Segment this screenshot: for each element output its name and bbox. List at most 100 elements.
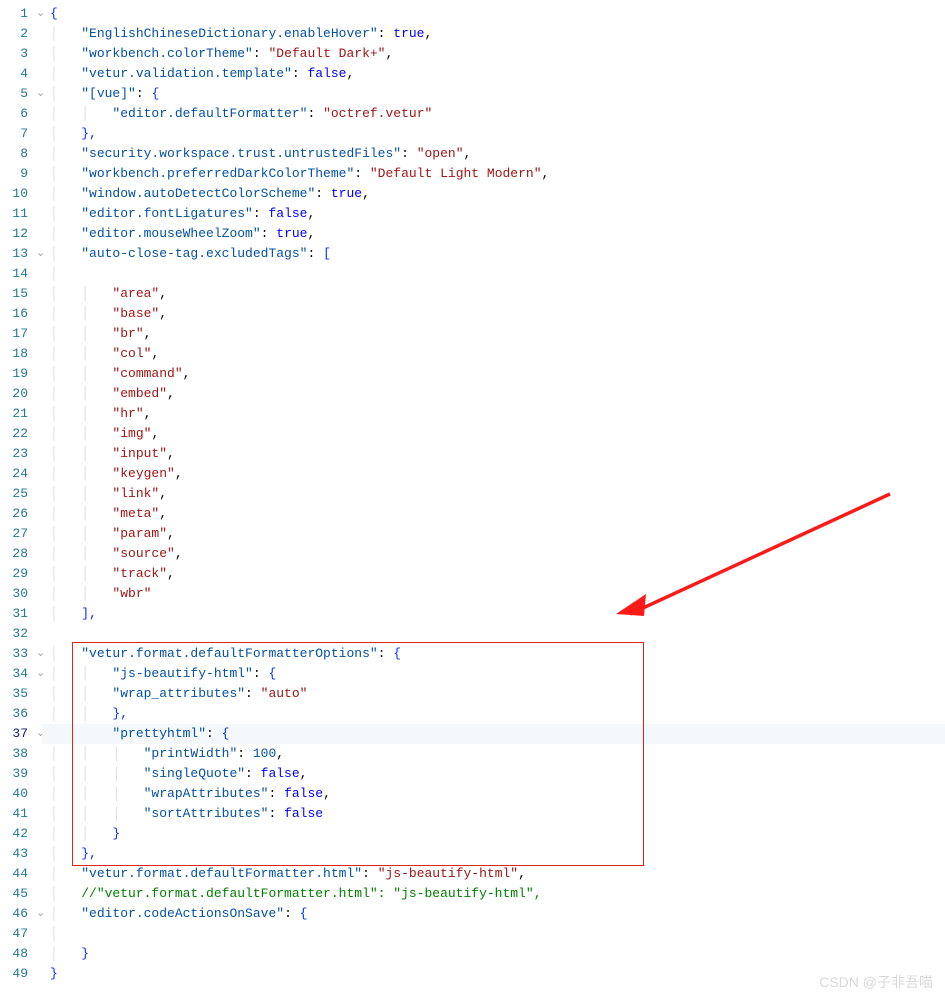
code-line[interactable]: "security.workspace.trust.untrustedFiles…	[50, 144, 945, 164]
code-line[interactable]: "workbench.preferredDarkColorTheme": "De…	[50, 164, 945, 184]
code-line[interactable]: }	[50, 944, 945, 964]
line-number: 44	[0, 864, 32, 884]
code-line[interactable]: "hr",	[50, 404, 945, 424]
code-line[interactable]: "editor.defaultFormatter": "octref.vetur…	[50, 104, 945, 124]
line-number: 20	[0, 384, 32, 404]
line-number: 41	[0, 804, 32, 824]
line-number: 4	[0, 64, 32, 84]
code-line[interactable]: "embed",	[50, 384, 945, 404]
code-line[interactable]: "EnglishChineseDictionary.enableHover": …	[50, 24, 945, 44]
line-number: 7	[0, 124, 32, 144]
fold-chevron-icon[interactable]: ⌄	[36, 644, 45, 664]
code-line[interactable]: "prettyhtml": {	[42, 724, 945, 744]
line-number: 9	[0, 164, 32, 184]
code-line[interactable]: "img",	[50, 424, 945, 444]
line-number: 43	[0, 844, 32, 864]
code-line[interactable]: "vetur.validation.template": false,	[50, 64, 945, 84]
line-number: 27	[0, 524, 32, 544]
code-editor[interactable]: 1234567891011121314151617181920212223242…	[0, 0, 945, 1000]
line-number: 30	[0, 584, 32, 604]
line-number: 14	[0, 264, 32, 284]
line-number: 33	[0, 644, 32, 664]
fold-chevron-icon[interactable]: ⌄	[36, 904, 45, 924]
line-number: 36	[0, 704, 32, 724]
code-line[interactable]: }	[50, 824, 945, 844]
code-line[interactable]: },	[50, 844, 945, 864]
code-line[interactable]: "editor.codeActionsOnSave": {	[50, 904, 945, 924]
line-number: 26	[0, 504, 32, 524]
line-number: 47	[0, 924, 32, 944]
line-number: 31	[0, 604, 32, 624]
code-line[interactable]	[50, 924, 945, 944]
fold-chevron-icon[interactable]: ⌄	[36, 244, 45, 264]
line-number: 21	[0, 404, 32, 424]
code-line[interactable]: "editor.fontLigatures": false,	[50, 204, 945, 224]
code-line[interactable]: {	[50, 4, 945, 24]
code-line[interactable]: "wrap_attributes": "auto"	[50, 684, 945, 704]
code-line[interactable]: "br",	[50, 324, 945, 344]
line-number: 13	[0, 244, 32, 264]
code-line[interactable]: "param",	[50, 524, 945, 544]
code-line[interactable]: "workbench.colorTheme": "Default Dark+",	[50, 44, 945, 64]
line-number: 17	[0, 324, 32, 344]
line-number: 45	[0, 884, 32, 904]
fold-chevron-icon[interactable]: ⌄	[36, 84, 45, 104]
line-number: 8	[0, 144, 32, 164]
code-line[interactable]: },	[50, 124, 945, 144]
code-line[interactable]: "wrapAttributes": false,	[50, 784, 945, 804]
code-line[interactable]: }	[50, 964, 945, 984]
code-line[interactable]: "auto-close-tag.excludedTags": [	[50, 244, 945, 264]
line-number: 6	[0, 104, 32, 124]
line-number: 1	[0, 4, 32, 24]
code-line[interactable]	[50, 264, 945, 284]
code-line[interactable]: "source",	[50, 544, 945, 564]
code-line[interactable]: "base",	[50, 304, 945, 324]
line-number: 15	[0, 284, 32, 304]
line-number: 23	[0, 444, 32, 464]
line-number: 40	[0, 784, 32, 804]
code-line[interactable]: "vetur.format.defaultFormatter.html": "j…	[50, 864, 945, 884]
code-line[interactable]: "editor.mouseWheelZoom": true,	[50, 224, 945, 244]
code-line[interactable]: "js-beautify-html": {	[50, 664, 945, 684]
code-line[interactable]: //"vetur.format.defaultFormatter.html": …	[50, 884, 945, 904]
line-number: 42	[0, 824, 32, 844]
code-line[interactable]: "track",	[50, 564, 945, 584]
line-number: 29	[0, 564, 32, 584]
line-number: 19	[0, 364, 32, 384]
line-number-gutter: 1234567891011121314151617181920212223242…	[0, 0, 32, 984]
line-number: 24	[0, 464, 32, 484]
code-line[interactable]: },	[50, 704, 945, 724]
line-number: 12	[0, 224, 32, 244]
code-line[interactable]	[50, 624, 945, 644]
code-line[interactable]: "printWidth": 100,	[50, 744, 945, 764]
line-number: 35	[0, 684, 32, 704]
line-number: 46	[0, 904, 32, 924]
fold-chevron-icon[interactable]: ⌄	[36, 664, 45, 684]
code-line[interactable]: "link",	[50, 484, 945, 504]
code-line[interactable]: "[vue]": {	[50, 84, 945, 104]
line-number: 16	[0, 304, 32, 324]
code-line[interactable]: "sortAttributes": false	[50, 804, 945, 824]
line-number: 25	[0, 484, 32, 504]
code-line[interactable]: "wbr"	[50, 584, 945, 604]
fold-chevron-icon[interactable]: ⌄	[36, 4, 45, 24]
line-number: 2	[0, 24, 32, 44]
fold-gutter: ⌄⌄⌄⌄⌄⌄⌄	[36, 4, 45, 984]
line-number: 22	[0, 424, 32, 444]
code-line[interactable]: "area",	[50, 284, 945, 304]
code-line[interactable]: "window.autoDetectColorScheme": true,	[50, 184, 945, 204]
code-line[interactable]: "singleQuote": false,	[50, 764, 945, 784]
line-number: 39	[0, 764, 32, 784]
code-line[interactable]: "meta",	[50, 504, 945, 524]
code-line[interactable]: "keygen",	[50, 464, 945, 484]
code-line[interactable]: "command",	[50, 364, 945, 384]
line-number: 48	[0, 944, 32, 964]
line-number: 11	[0, 204, 32, 224]
code-content[interactable]: { "EnglishChineseDictionary.enableHover"…	[50, 4, 945, 984]
line-number: 38	[0, 744, 32, 764]
code-line[interactable]: "col",	[50, 344, 945, 364]
code-line[interactable]: "vetur.format.defaultFormatterOptions": …	[50, 644, 945, 664]
code-line[interactable]: "input",	[50, 444, 945, 464]
code-line[interactable]: ],	[50, 604, 945, 624]
line-number: 5	[0, 84, 32, 104]
